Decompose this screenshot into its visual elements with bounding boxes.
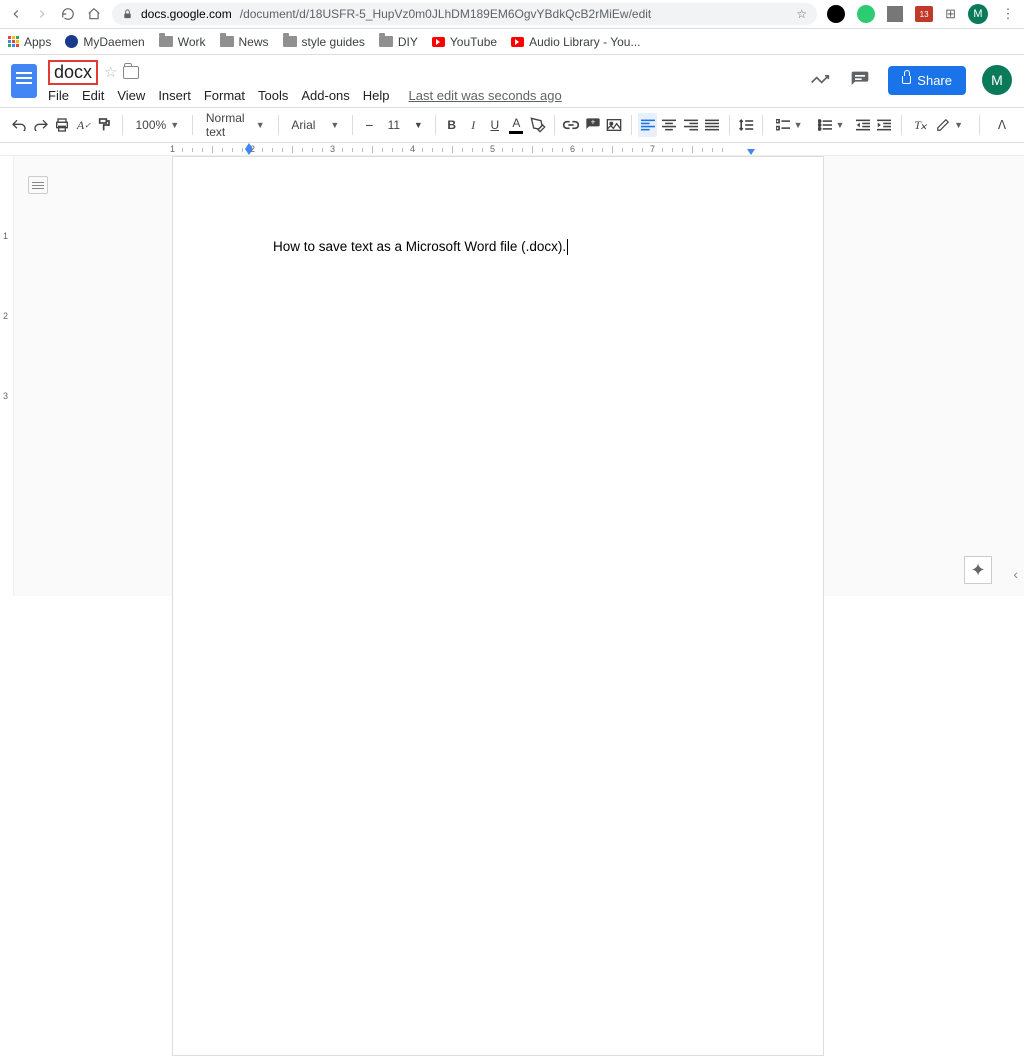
- lock-icon: [902, 76, 911, 84]
- right-indent-marker[interactable]: [747, 149, 755, 155]
- url-host: docs.google.com: [141, 7, 232, 21]
- forward-icon[interactable]: [34, 6, 50, 22]
- document-page[interactable]: How to save text as a Microsoft Word fil…: [172, 156, 824, 1056]
- docs-logo-icon[interactable]: [8, 61, 40, 101]
- italic-button[interactable]: I: [464, 113, 483, 137]
- chrome-menu-icon[interactable]: ⋮: [1000, 6, 1016, 22]
- explore-button[interactable]: ✦: [964, 556, 992, 584]
- explore-collapse-icon[interactable]: ‹: [1013, 566, 1018, 582]
- menu-view[interactable]: View: [117, 88, 145, 103]
- spellcheck-button[interactable]: A✓: [75, 113, 94, 137]
- ext-icon[interactable]: [887, 6, 903, 22]
- print-button[interactable]: [53, 113, 72, 137]
- bold-button[interactable]: B: [442, 113, 461, 137]
- back-icon[interactable]: [8, 6, 24, 22]
- extensions-icon[interactable]: ⊞: [945, 6, 956, 22]
- underline-button[interactable]: U: [486, 113, 505, 137]
- adblock-icon[interactable]: 13: [915, 6, 933, 22]
- menu-insert[interactable]: Insert: [158, 88, 191, 103]
- document-outline-button[interactable]: [28, 176, 48, 194]
- zoom-select[interactable]: 100%▼: [130, 113, 186, 137]
- home-icon[interactable]: [86, 6, 102, 22]
- highlight-color-button[interactable]: [529, 113, 548, 137]
- browser-extensions: 13 ⊞ M ⋮: [827, 4, 1016, 24]
- add-comment-button[interactable]: +: [583, 113, 602, 137]
- lock-icon: [122, 8, 133, 20]
- font-size-decrease[interactable]: −: [360, 113, 379, 137]
- menu-tools[interactable]: Tools: [258, 88, 288, 103]
- star-icon[interactable]: ☆: [796, 7, 807, 21]
- apps-shortcut[interactable]: Apps: [8, 35, 51, 49]
- menu-format[interactable]: Format: [204, 88, 245, 103]
- checklist-button[interactable]: ▼: [770, 113, 809, 137]
- menu-edit[interactable]: Edit: [82, 88, 104, 103]
- document-body-text[interactable]: How to save text as a Microsoft Word fil…: [273, 239, 566, 254]
- bookmarks-bar: Apps MyDaemen Work News style guides DIY…: [0, 29, 1024, 55]
- align-justify-button[interactable]: [703, 113, 722, 137]
- bookmark-item[interactable]: News: [220, 35, 269, 49]
- clear-formatting-button[interactable]: T✕: [908, 113, 927, 137]
- text-cursor: [567, 239, 568, 255]
- align-left-button[interactable]: [638, 113, 657, 137]
- insert-image-button[interactable]: [605, 113, 624, 137]
- decrease-indent-button[interactable]: [853, 113, 872, 137]
- url-path: /document/d/18USFR-5_HupVz0m0JLhDM189EM6…: [240, 7, 652, 21]
- font-family-select[interactable]: Arial▼: [285, 113, 345, 137]
- comments-icon[interactable]: [848, 68, 872, 92]
- editor-canvas: 123 How to save text as a Microsoft Word…: [0, 156, 1024, 596]
- bookmark-item[interactable]: Work: [159, 35, 206, 49]
- bookmark-item[interactable]: Audio Library - You...: [511, 35, 640, 49]
- toolbar: A✓ 100%▼ Normal text▼ Arial▼ − 11 ▼ B I …: [0, 107, 1024, 143]
- svg-text:+: +: [590, 117, 595, 126]
- browser-toolbar: docs.google.com/document/d/18USFR-5_HupV…: [0, 0, 1024, 29]
- bookmark-item[interactable]: YouTube: [432, 35, 497, 49]
- bookmark-item[interactable]: MyDaemen: [65, 35, 144, 49]
- move-button[interactable]: [123, 66, 139, 79]
- align-right-button[interactable]: [681, 113, 700, 137]
- reload-icon[interactable]: [60, 6, 76, 22]
- line-spacing-button[interactable]: [736, 113, 755, 137]
- ext-icon[interactable]: [827, 5, 845, 23]
- paragraph-style-select[interactable]: Normal text▼: [200, 113, 271, 137]
- menu-addons[interactable]: Add-ons: [301, 88, 349, 103]
- undo-button[interactable]: [10, 113, 29, 137]
- editing-mode-button[interactable]: ▼: [930, 113, 969, 137]
- vertical-ruler[interactable]: 123: [0, 156, 14, 596]
- profile-avatar[interactable]: M: [968, 4, 988, 24]
- insert-link-button[interactable]: [562, 113, 581, 137]
- menu-help[interactable]: Help: [363, 88, 390, 103]
- activity-icon[interactable]: [808, 68, 832, 92]
- bulleted-list-button[interactable]: ▼: [812, 113, 851, 137]
- docs-header: docx ☆ File Edit View Insert Format Tool…: [0, 55, 1024, 107]
- account-avatar[interactable]: M: [982, 65, 1012, 95]
- text-color-button[interactable]: A: [507, 113, 526, 137]
- font-size-increase[interactable]: ▼: [409, 113, 428, 137]
- redo-button[interactable]: [32, 113, 51, 137]
- menu-file[interactable]: File: [48, 88, 69, 103]
- address-bar[interactable]: docs.google.com/document/d/18USFR-5_HupV…: [112, 3, 817, 25]
- increase-indent-button[interactable]: [875, 113, 894, 137]
- last-edit-link[interactable]: Last edit was seconds ago: [409, 88, 562, 103]
- bookmark-item[interactable]: style guides: [283, 35, 365, 49]
- star-button[interactable]: ☆: [104, 63, 117, 81]
- paint-format-button[interactable]: [96, 113, 115, 137]
- share-button[interactable]: Share: [888, 66, 966, 95]
- bookmark-item[interactable]: DIY: [379, 35, 418, 49]
- document-title[interactable]: docx: [48, 60, 98, 85]
- horizontal-ruler[interactable]: 1234567: [0, 143, 1024, 156]
- font-size-input[interactable]: 11: [382, 113, 406, 137]
- menu-bar: File Edit View Insert Format Tools Add-o…: [48, 83, 808, 107]
- hide-menus-button[interactable]: ᐱ: [990, 113, 1014, 137]
- align-center-button[interactable]: [660, 113, 679, 137]
- ext-icon[interactable]: [857, 5, 875, 23]
